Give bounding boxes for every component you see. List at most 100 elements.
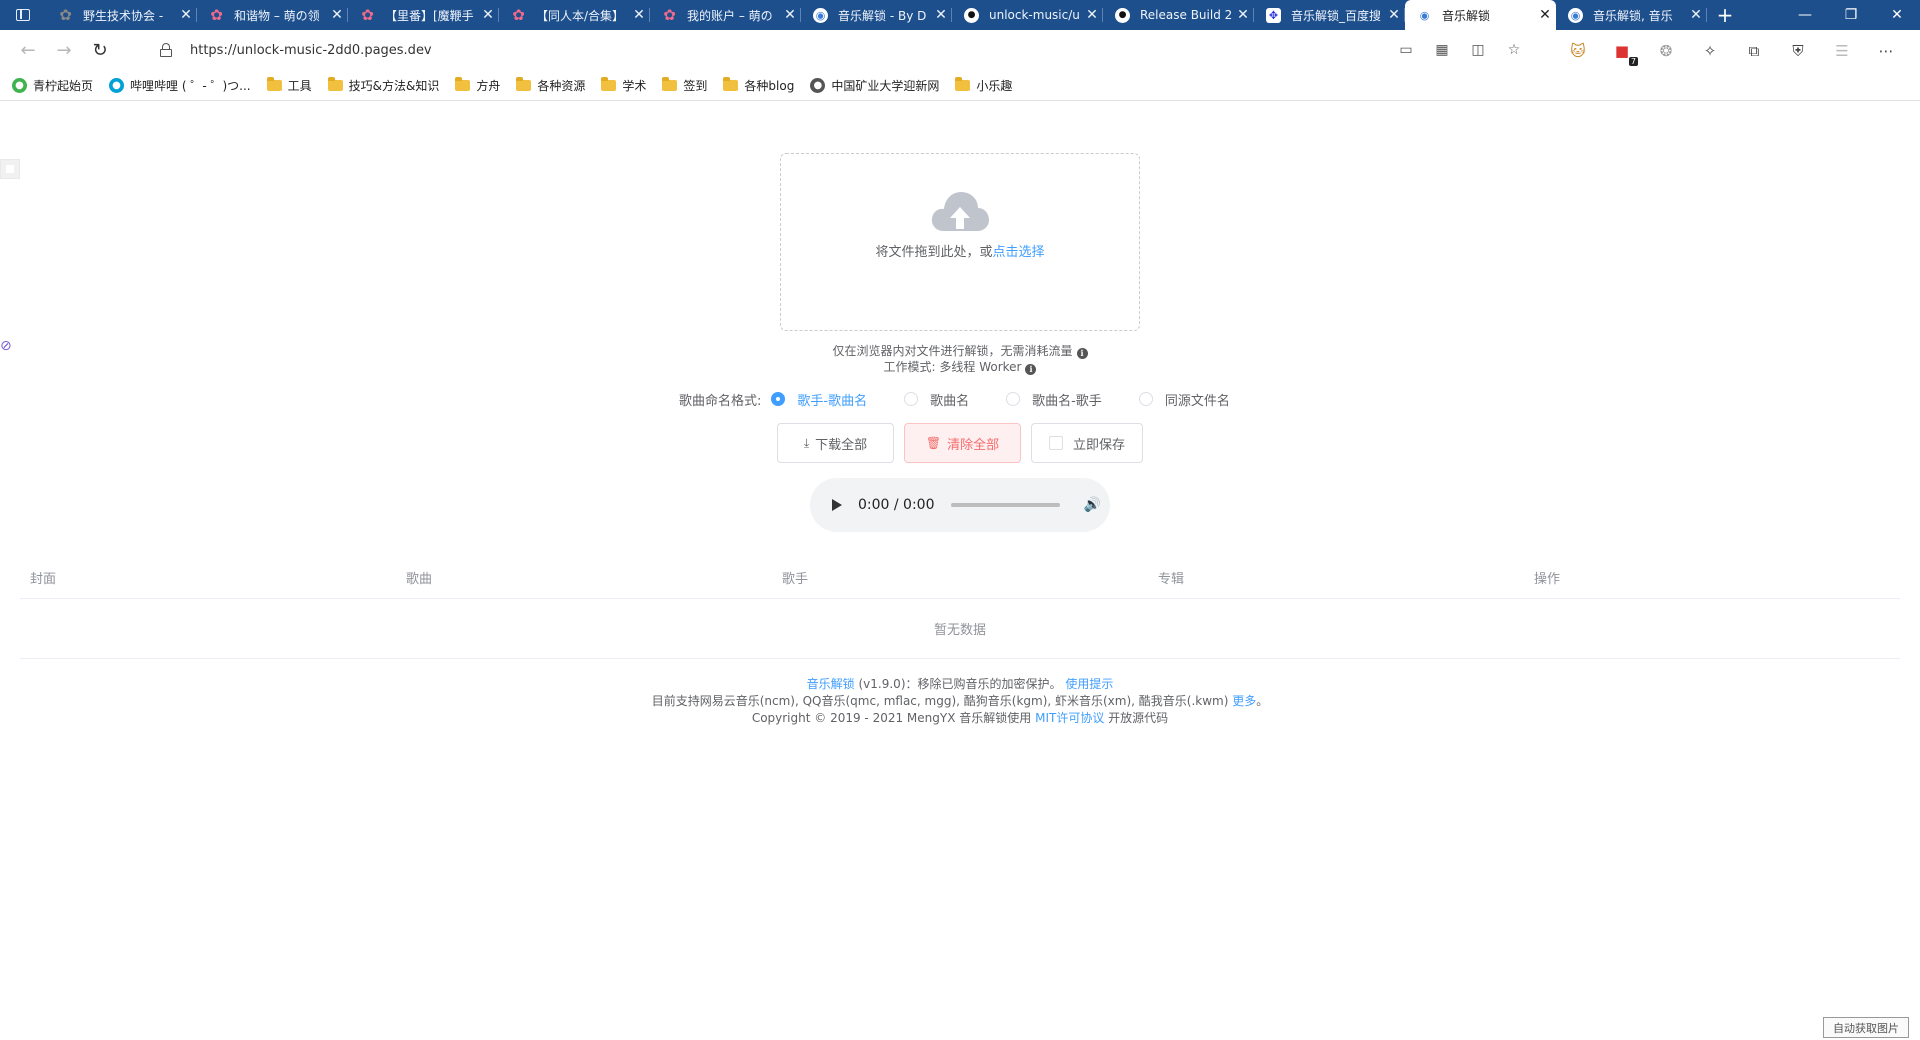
bookmark-6[interactable]: 学术 <box>601 77 646 94</box>
hint-text-1: 仅在浏览器内对文件进行解锁，无需消耗流量 <box>832 344 1073 358</box>
cat-extension-icon[interactable]: 🐱 <box>1556 42 1600 60</box>
gray-extension-icon[interactable]: ❂ <box>1644 42 1688 60</box>
address-bar[interactable]: https://unlock-music-2dd0.pages.dev ▭ ▦ … <box>146 34 1532 66</box>
player-progress-slider[interactable] <box>950 503 1060 507</box>
radio-circle[interactable] <box>771 392 786 406</box>
close-tab-icon[interactable]: ✕ <box>477 7 499 23</box>
bookmark-label: 青柠起始页 <box>33 79 94 93</box>
tab-5[interactable]: ◉ 音乐解锁 - By D ✕ <box>801 0 952 30</box>
column-header-4: 操作 <box>1534 572 1561 587</box>
profile-sync-icon[interactable]: ☰ <box>1820 42 1864 60</box>
close-tab-icon[interactable]: ✕ <box>1081 7 1103 23</box>
favorite-star-icon[interactable]: ☆ <box>1496 42 1532 58</box>
extensions-puzzle-icon[interactable]: ✧ <box>1688 42 1732 60</box>
tab-0[interactable]: ✿ 野生技术协会 - ✕ <box>46 0 197 30</box>
tab-2[interactable]: ✿ 【里番】[魔鞭⼿ ✕ <box>348 0 499 30</box>
url-text[interactable]: https://unlock-music-2dd0.pages.dev <box>190 43 432 58</box>
immersive-reader-icon[interactable]: ◫ <box>1460 42 1496 58</box>
naming-format-options: 歌手-歌曲名 歌曲名 歌曲名-歌手 同源文件名 <box>771 390 1266 409</box>
naming-option-1[interactable]: 歌曲名 <box>904 390 969 409</box>
radio-circle[interactable] <box>1006 392 1021 406</box>
bookmark-9[interactable]: ● 中国矿业大学迎新网 <box>810 77 939 94</box>
bookmark-3[interactable]: 技巧&方法&知识 <box>327 77 440 94</box>
app-available-icon[interactable]: ▦ <box>1424 42 1460 58</box>
radio-circle[interactable] <box>904 392 919 406</box>
volume-icon[interactable]: 🔊 <box>1084 497 1101 513</box>
auto-fetch-image-button[interactable]: 自动获取图片 <box>1823 1017 1909 1038</box>
app-name-link[interactable]: 音乐解锁 <box>807 677 855 691</box>
new-tab-button[interactable]: + <box>1707 0 1743 30</box>
collections-icon[interactable]: ⧉ <box>1732 42 1776 60</box>
sakura-icon: ✿ <box>210 6 223 24</box>
bookmark-label: 技巧&方法&知识 <box>348 79 440 93</box>
reload-button[interactable]: ↻ <box>82 33 118 69</box>
bookmark-4[interactable]: 方舟 <box>455 77 500 94</box>
close-tab-icon[interactable]: ✕ <box>628 7 650 23</box>
more-menu-icon[interactable]: ⋯ <box>1864 42 1908 60</box>
browser-essentials-icon[interactable]: ⛨ <box>1776 42 1820 60</box>
tab-8[interactable]: ✥ 音乐解锁_百度搜 ✕ <box>1254 0 1405 30</box>
bookmark-5[interactable]: 各种资源 <box>516 77 585 94</box>
mit-license-link[interactable]: MIT许可协议 <box>1035 711 1104 725</box>
tab-10[interactable]: ◉ 音乐解锁, 音乐 ✕ <box>1556 0 1707 30</box>
bookmark-label: 中国矿业大学迎新网 <box>831 79 940 93</box>
download-all-button[interactable]: ⤓ 下载全部 <box>777 423 894 463</box>
radio-label: 歌曲名-歌手 <box>1032 393 1102 409</box>
close-tab-icon[interactable]: ✕ <box>326 7 348 23</box>
tab-9[interactable]: ◉ 音乐解锁 ✕ <box>1405 0 1556 30</box>
radio-circle[interactable] <box>1138 392 1153 406</box>
bookmark-10[interactable]: 小乐趣 <box>955 77 1012 94</box>
forward-button[interactable]: → <box>46 33 82 69</box>
action-buttons: ⤓ 下载全部 🗑 清除全部 立即保存 <box>777 423 1153 463</box>
tab-6[interactable]: ● unlock-music/u ✕ <box>952 0 1103 30</box>
browser-toolbar: ← → ↻ https://unlock-music-2dd0.pages.de… <box>0 30 1920 71</box>
play-icon[interactable] <box>832 499 842 511</box>
tab-3[interactable]: ✿ 【同人本/合集】 ✕ <box>499 0 650 30</box>
bookmark-2[interactable]: 工具 <box>266 77 312 94</box>
back-button[interactable]: ← <box>10 33 46 69</box>
restore-button[interactable]: ❐ <box>1828 0 1874 30</box>
close-tab-icon[interactable]: ✕ <box>1685 7 1707 23</box>
site-favicon-icon: ● <box>810 78 826 93</box>
tab-1[interactable]: ✿ 和谐物 – 萌の领 ✕ <box>197 0 348 30</box>
read-aloud-icon[interactable]: ▭ <box>1388 42 1424 58</box>
sidebar-square-widget[interactable] <box>0 159 20 179</box>
bookmark-0[interactable]: ● 青柠起始页 <box>12 77 93 94</box>
checkbox-box[interactable] <box>1048 436 1063 450</box>
bookmark-7[interactable]: 签到 <box>662 77 707 94</box>
upload-dropzone[interactable]: 将文件拖到此处，或点击选择 <box>780 153 1140 331</box>
extensions-area: 🐱 ■ 7 ❂ ✧ ⧉ ⛨ ☰ ⋯ <box>1556 30 1908 71</box>
naming-option-2[interactable]: 歌曲名-歌手 <box>1006 390 1102 409</box>
naming-option-0[interactable]: 歌手-歌曲名 <box>771 390 867 409</box>
globe-icon: ◉ <box>1568 7 1583 23</box>
info-icon[interactable]: i <box>1025 364 1037 375</box>
close-tab-icon[interactable]: ✕ <box>1232 7 1254 23</box>
hint-line-2: 工作模式: 多线程 Worker i <box>0 358 1920 375</box>
folder-icon <box>601 77 617 91</box>
save-now-checkbox[interactable]: 立即保存 <box>1031 423 1143 463</box>
usage-tips-link[interactable]: 使用提示 <box>1065 677 1113 691</box>
close-tab-icon[interactable]: ✕ <box>1383 7 1405 23</box>
close-window-button[interactable]: ✕ <box>1874 0 1920 30</box>
lock-icon[interactable] <box>160 43 172 57</box>
copyright-text: Copyright © 2019 - 2021 MengYX 音乐解锁使用 <box>751 711 1032 725</box>
bookmark-label: 方舟 <box>476 79 501 93</box>
minimize-button[interactable]: — <box>1782 0 1828 30</box>
tab-7[interactable]: ● Release Build 2(✕ <box>1103 0 1254 30</box>
naming-option-3[interactable]: 同源文件名 <box>1138 390 1230 409</box>
bookmark-8[interactable]: 各种blog <box>723 77 794 94</box>
close-tab-icon[interactable]: ✕ <box>779 7 801 23</box>
more-link[interactable]: 更多 <box>1232 694 1256 708</box>
close-tab-icon[interactable]: ✕ <box>930 7 952 23</box>
upload-select-link[interactable]: 点击选择 <box>993 245 1045 260</box>
tab-actions-menu-button[interactable] <box>0 0 46 30</box>
bookmark-1[interactable]: ● 哔哩哔哩 ( ゜- ゜)つ... <box>109 77 251 94</box>
folder-icon <box>266 77 282 91</box>
clear-all-button[interactable]: 🗑 清除全部 <box>904 423 1021 463</box>
column-header-0: 封面 <box>30 572 57 587</box>
tab-4[interactable]: ✿ 我的账户 – 萌の ✕ <box>650 0 801 30</box>
close-tab-icon[interactable]: ✕ <box>175 7 197 23</box>
tab-title: 【同人本/合集】 <box>536 8 625 23</box>
red-extension-icon[interactable]: ■ 7 <box>1600 42 1644 66</box>
close-tab-icon[interactable]: ✕ <box>1534 7 1556 23</box>
